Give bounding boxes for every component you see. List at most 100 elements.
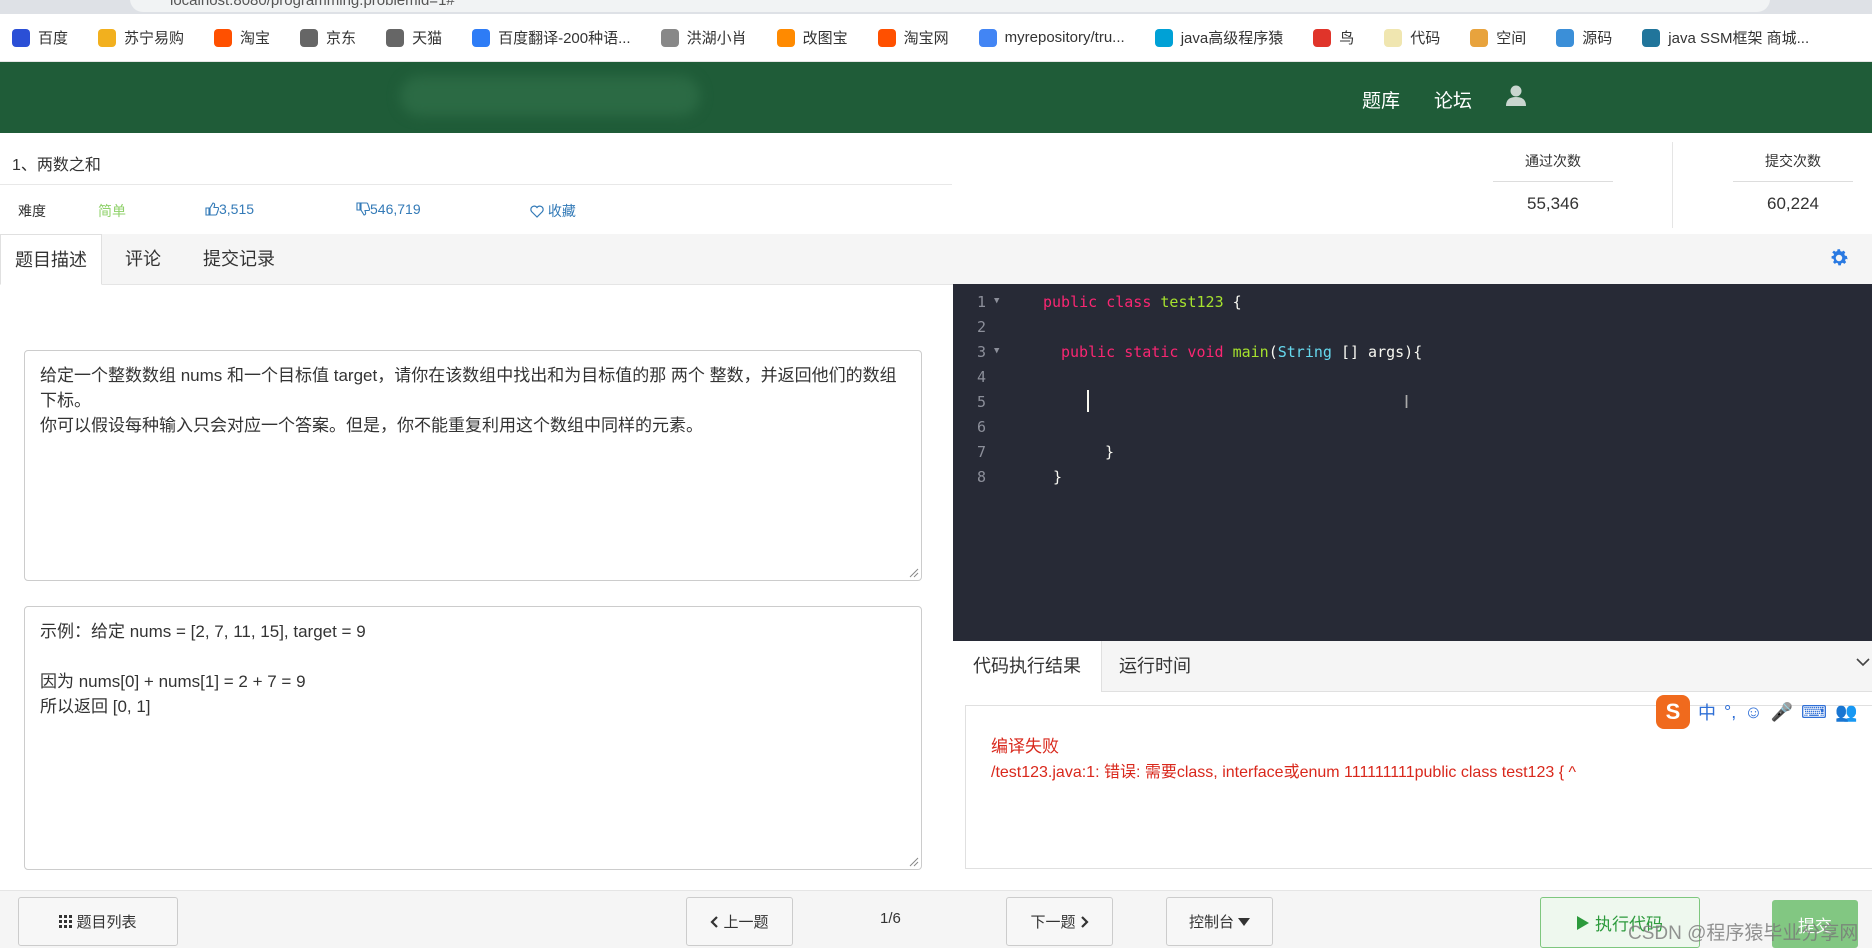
line-number: 4 [977, 368, 987, 386]
problem-list-button[interactable]: 题目列表 [18, 897, 178, 946]
user-icon[interactable] [1506, 84, 1526, 108]
code-line-1: public class test123 { [1043, 293, 1242, 311]
fold-arrow-icon[interactable]: ▼ [994, 346, 999, 356]
bookmark-label: 淘宝 [240, 30, 271, 47]
bookmark-item[interactable]: java SSM框架 商城... [1642, 27, 1809, 48]
ime-microphone-icon[interactable]: 🎤 [1771, 702, 1793, 723]
sogou-logo-icon[interactable]: S [1656, 695, 1690, 729]
thumbs-up-icon [205, 202, 220, 216]
console-label: 控制台 [1188, 914, 1234, 931]
code-text: { [1223, 293, 1242, 311]
nav-forum-link[interactable]: 论坛 [1434, 86, 1472, 113]
example-line-3: 所以返回 [0, 1] [40, 697, 151, 716]
page-indicator: 1/6 [880, 910, 901, 927]
ime-chinese-mode[interactable]: 中 [1698, 699, 1716, 725]
csdn-watermark: CSDN @程序猿毕业分享网 [1628, 923, 1859, 944]
prev-problem-button[interactable]: 上一题 [686, 897, 793, 946]
resize-handle-icon[interactable] [907, 855, 919, 867]
bookmark-label: 空间 [1496, 30, 1527, 47]
bookmark-item[interactable]: 鸟 [1313, 27, 1354, 48]
play-icon [1577, 915, 1589, 930]
ime-keyboard-icon[interactable]: ⌨ [1801, 702, 1827, 723]
tab-submissions[interactable]: 提交记录 [189, 234, 289, 285]
description-line-2: 你可以假设每种输入只会对应一个答案。但是，你不能重复利用这个数组中同样的元素。 [40, 416, 703, 435]
bookmark-item[interactable]: 苏宁易购 [98, 27, 184, 48]
resize-handle-icon[interactable] [907, 566, 919, 578]
difficulty-badge: 简单 [98, 203, 126, 219]
bookmark-label: myrepository/tru... [1004, 29, 1125, 46]
bookmark-label: 天猫 [412, 30, 443, 47]
code-type: String [1277, 343, 1332, 361]
address-bar[interactable]: localhost:8080/programming.problemid=1# [130, 0, 1770, 12]
code-keyword: public static void [1061, 343, 1224, 361]
tab-execution-result[interactable]: 代码执行结果 [953, 641, 1102, 692]
bookmark-item[interactable]: 京东 [300, 27, 356, 48]
header-divider [0, 184, 952, 185]
bookmark-item[interactable]: 天猫 [386, 27, 442, 48]
pass-count-value: 55,346 [1527, 194, 1579, 213]
like-count: 3,515 [219, 201, 255, 217]
bookmark-item[interactable]: 空间 [1470, 27, 1526, 48]
bookmark-label: 鸟 [1339, 30, 1355, 47]
site-logo-blurred [400, 76, 700, 116]
bookmark-item[interactable]: myrepository/tru... [978, 28, 1125, 47]
bookmark-favicon-icon [660, 28, 679, 47]
bookmark-label: 百度翻译-200种语... [498, 30, 631, 47]
bookmark-item[interactable]: 百度 [12, 27, 68, 48]
bookmark-favicon-icon [1154, 28, 1173, 47]
ime-emoji-icon[interactable]: ☺ [1744, 702, 1762, 723]
line-number: 2 [977, 318, 987, 336]
ime-punctuation-icon[interactable]: °, [1724, 702, 1736, 723]
chevron-right-icon [1080, 915, 1089, 928]
bookmark-label: 代码 [1410, 30, 1441, 47]
bookmark-item[interactable]: 代码 [1384, 27, 1440, 48]
thumbs-down-icon [356, 202, 371, 216]
bookmark-favicon-icon [300, 28, 319, 47]
line-number: 5 [977, 393, 987, 411]
bookmark-item[interactable]: 改图宝 [776, 27, 848, 48]
gear-icon[interactable] [1828, 247, 1850, 269]
bookmark-label: 京东 [326, 30, 357, 47]
description-textarea[interactable]: 给定一个整数数组 nums 和一个目标值 target，请你在该数组中找出和为目… [24, 350, 922, 581]
fold-arrow-icon[interactable]: ▼ [994, 296, 999, 306]
bookmark-item[interactable]: 淘宝网 [877, 27, 949, 48]
next-problem-button[interactable]: 下一题 [1006, 897, 1113, 946]
tab-run-time[interactable]: 运行时间 [1099, 641, 1211, 692]
problem-list-label: 题目列表 [76, 914, 137, 931]
example-textarea[interactable]: 示例：给定 nums = [2, 7, 11, 15], target = 9 … [24, 606, 922, 870]
pass-divider [1493, 181, 1613, 182]
chevron-down-icon[interactable] [1856, 655, 1870, 669]
bookmark-favicon-icon [1642, 28, 1661, 47]
bookmark-favicon-icon [98, 28, 117, 47]
bookmark-favicon-icon [1313, 28, 1332, 47]
address-text[interactable]: localhost:8080/programming.problemid=1# [170, 0, 455, 9]
tab-description[interactable]: 题目描述 [0, 234, 102, 285]
dislike-count: 546,719 [370, 201, 421, 217]
favorite-button[interactable]: 收藏 [530, 201, 576, 221]
ime-users-icon[interactable]: 👥 [1835, 702, 1857, 723]
bookmark-label: 洪湖小肖 [686, 30, 747, 47]
bookmark-favicon-icon [978, 28, 997, 47]
bookmark-label: 百度 [38, 30, 69, 47]
code-function-name: main [1232, 343, 1269, 361]
bookmark-item[interactable]: 淘宝 [214, 27, 270, 48]
like-button[interactable]: 3,515 [205, 201, 254, 217]
difficulty-label: 难度 [18, 203, 46, 219]
console-button[interactable]: 控制台 [1166, 897, 1273, 946]
chevron-left-icon [710, 915, 719, 928]
bookmark-item[interactable]: 洪湖小肖 [660, 27, 747, 48]
bookmark-item[interactable]: 源码 [1556, 27, 1612, 48]
code-editor[interactable]: 1 2 3 4 5 6 7 8 ▼ ▼ public class test123… [953, 284, 1872, 641]
caret-down-icon [1238, 917, 1250, 926]
stats-separator [1672, 142, 1673, 228]
prev-problem-label: 上一题 [723, 914, 769, 931]
problem-title: 1、两数之和 [12, 157, 101, 174]
tab-comments[interactable]: 评论 [111, 234, 175, 285]
bookmark-favicon-icon [776, 28, 795, 47]
bookmark-item[interactable]: java高级程序猿 [1154, 27, 1283, 48]
dislike-button[interactable]: 546,719 [356, 201, 421, 217]
bookmark-label: 苏宁易购 [124, 30, 185, 47]
bookmark-item[interactable]: 百度翻译-200种语... [472, 27, 631, 48]
nav-problems-link[interactable]: 题库 [1362, 86, 1400, 113]
code-line-8: } [1053, 468, 1063, 486]
